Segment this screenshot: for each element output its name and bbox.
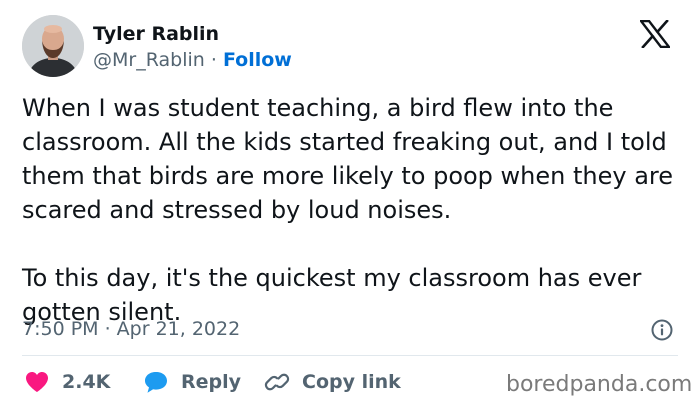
heart-icon (26, 372, 48, 392)
tweet-text: When I was student teaching, a bird flew… (22, 94, 674, 326)
display-name[interactable]: Tyler Rablin (93, 22, 219, 46)
copy-link-button[interactable]: Copy link (264, 368, 401, 396)
watermark: boredpanda.com (506, 372, 693, 397)
x-logo-icon[interactable] (638, 19, 672, 49)
speech-bubble-icon (145, 372, 167, 393)
handle[interactable]: @Mr_Rablin (93, 49, 205, 71)
reply-label: Reply (181, 371, 242, 393)
timestamp[interactable]: 7:50 PM · Apr 21, 2022 (22, 316, 240, 342)
divider (22, 355, 678, 356)
follow-button[interactable]: Follow (223, 49, 292, 71)
copy-link-label: Copy link (302, 371, 401, 393)
avatar[interactable] (22, 15, 84, 77)
reply-button[interactable]: Reply (143, 368, 241, 396)
like-count: 2.4K (62, 371, 111, 393)
like-button[interactable]: 2.4K (24, 368, 110, 396)
info-icon[interactable] (651, 319, 673, 341)
handle-row: @Mr_Rablin · Follow (93, 48, 292, 72)
profile-photo (22, 15, 84, 77)
handle-separator: · (210, 49, 217, 71)
link-icon (264, 373, 290, 391)
